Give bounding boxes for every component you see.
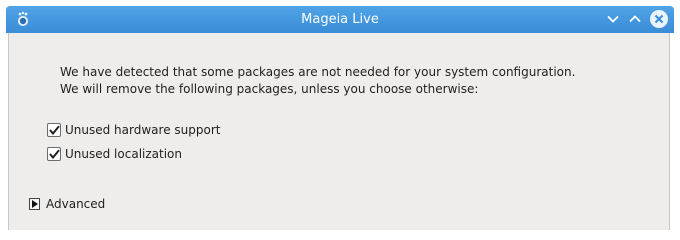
title-bar[interactable]: Mageia Live	[6, 6, 674, 33]
minimize-button[interactable]	[604, 10, 622, 28]
minimize-icon	[607, 15, 619, 23]
checkmark-icon	[48, 149, 60, 159]
unused-localization-option[interactable]: Unused localization	[47, 146, 182, 162]
message-line-2: We will remove the following packages, u…	[60, 82, 479, 96]
description-text: We have detected that some packages are …	[60, 64, 575, 98]
unused-localization-checkbox[interactable]	[47, 147, 61, 161]
checkmark-icon	[48, 125, 60, 135]
unused-hardware-support-label: Unused hardware support	[65, 123, 221, 137]
message-line-1: We have detected that some packages are …	[60, 65, 576, 79]
maximize-icon	[629, 15, 641, 23]
expand-arrow-icon[interactable]	[29, 198, 40, 210]
advanced-label: Advanced	[46, 197, 106, 211]
mageia-live-window: Mageia Live We have detected that some p…	[0, 0, 680, 230]
unused-localization-label: Unused localization	[65, 147, 182, 161]
close-button[interactable]	[650, 10, 668, 28]
dialog-content: We have detected that some packages are …	[8, 33, 670, 230]
advanced-expander[interactable]: Advanced	[29, 196, 105, 212]
unused-hardware-support-checkbox[interactable]	[47, 123, 61, 137]
close-icon	[650, 10, 668, 28]
window-title: Mageia Live	[301, 12, 379, 27]
unused-hardware-support-option[interactable]: Unused hardware support	[47, 122, 220, 138]
maximize-button[interactable]	[626, 10, 644, 28]
